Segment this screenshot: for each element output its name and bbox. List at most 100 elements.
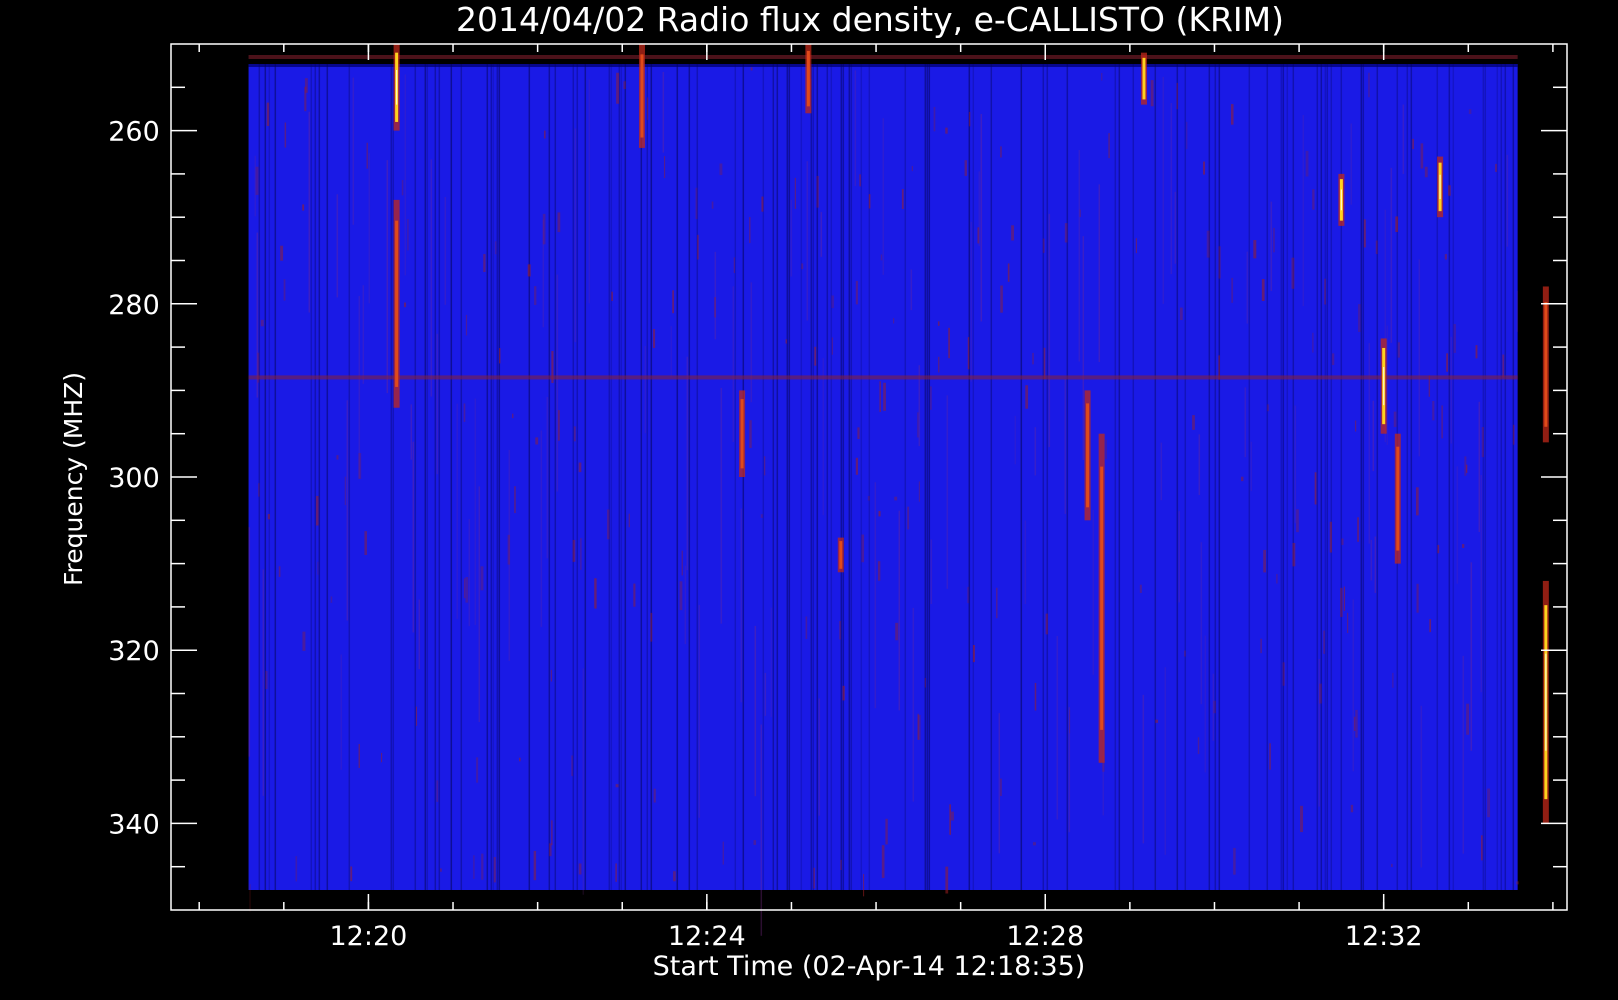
burst-peak bbox=[1340, 189, 1342, 211]
noise-red-speck bbox=[831, 295, 834, 309]
noise-red-speck bbox=[317, 561, 319, 575]
noise-red-speck bbox=[1495, 163, 1497, 172]
noise-red-stripe bbox=[946, 395, 949, 589]
noise-red-speck bbox=[578, 863, 582, 875]
noise-red-speck bbox=[996, 587, 998, 619]
noise-red-stripe bbox=[474, 398, 477, 625]
noise-red-speck bbox=[863, 874, 865, 897]
noise-red-speck bbox=[1329, 521, 1332, 553]
noise-red-speck bbox=[1043, 347, 1046, 380]
noise-red-speck bbox=[280, 245, 284, 261]
noise-red-speck bbox=[473, 855, 475, 879]
noise-red-speck bbox=[316, 495, 319, 526]
noise-dark-stripe bbox=[424, 64, 427, 890]
noise-red-speck bbox=[558, 410, 560, 441]
noise-red-speck bbox=[880, 254, 883, 261]
noise-red-speck bbox=[512, 413, 514, 419]
noise-red-speck bbox=[407, 219, 409, 251]
noise-red-speck bbox=[967, 337, 970, 370]
noise-dark-stripe bbox=[392, 64, 395, 890]
noise-red-speck bbox=[493, 856, 496, 883]
burst-peak bbox=[1383, 367, 1385, 406]
noise-red-stripe bbox=[308, 111, 311, 313]
noise-red-speck bbox=[615, 863, 617, 882]
noise-red-speck bbox=[714, 297, 716, 318]
noise-red-speck bbox=[1319, 683, 1322, 704]
noise-red-speck bbox=[879, 381, 882, 412]
noise-red-speck bbox=[1424, 166, 1428, 178]
noise-dark-stripe bbox=[498, 64, 501, 890]
noise-dark-stripe bbox=[1248, 64, 1251, 890]
y-tick-label: 320 bbox=[108, 636, 160, 667]
noise-red-stripe bbox=[1370, 539, 1373, 581]
noise-dark-stripe bbox=[1280, 64, 1283, 890]
noise-dark-stripe bbox=[676, 64, 679, 890]
noise-red-stripe bbox=[912, 607, 915, 802]
noise-dark-stripe bbox=[576, 64, 579, 890]
noise-red-speck bbox=[543, 130, 546, 139]
noise-red-speck bbox=[616, 72, 619, 104]
noise-red-stripe bbox=[352, 77, 355, 225]
y-tick-label: 280 bbox=[108, 290, 160, 321]
noise-dark-stripe bbox=[486, 64, 489, 890]
noise-red-speck bbox=[1354, 716, 1356, 731]
noise-red-speck bbox=[440, 868, 442, 872]
noise-dark-stripe bbox=[554, 64, 557, 890]
noise-red-stripe bbox=[1478, 401, 1481, 533]
noise-red-speck bbox=[1412, 138, 1414, 150]
noise-red-stripe bbox=[1174, 191, 1177, 264]
noise-dark-stripe bbox=[1410, 64, 1413, 890]
noise-dark-stripe bbox=[1316, 64, 1319, 890]
noise-red-stripe bbox=[248, 527, 251, 757]
noise-red-speck bbox=[633, 583, 636, 607]
noise-red-speck bbox=[481, 853, 484, 880]
noise-red-speck bbox=[813, 867, 815, 889]
noise-dark-stripe bbox=[1482, 64, 1485, 890]
noise-red-speck bbox=[1448, 185, 1451, 196]
noise-red-speck bbox=[881, 845, 885, 878]
noise-red-speck bbox=[1263, 549, 1267, 573]
noise-red-speck bbox=[814, 346, 817, 366]
noise-red-speck bbox=[549, 843, 552, 857]
noise-dark-stripe bbox=[1512, 64, 1515, 890]
noise-red-speck bbox=[1042, 238, 1045, 253]
noise-dark-stripe bbox=[264, 64, 267, 890]
noise-red-speck bbox=[1432, 401, 1435, 421]
noise-red-stripe bbox=[820, 212, 823, 257]
noise-red-stripe bbox=[1450, 336, 1453, 444]
burst-peak bbox=[1545, 653, 1547, 751]
noise-red-speck bbox=[1231, 277, 1234, 303]
noise-dark-stripe bbox=[610, 64, 613, 890]
noise-red-speck bbox=[1416, 487, 1419, 516]
noise-red-speck bbox=[1416, 583, 1419, 613]
noise-red-speck bbox=[266, 102, 270, 126]
noise-dark-stripe bbox=[1218, 64, 1221, 890]
interference-band bbox=[248, 375, 1518, 380]
noise-red-stripe bbox=[1462, 655, 1465, 854]
noise-red-speck bbox=[578, 462, 582, 473]
noise-dark-stripe bbox=[608, 64, 611, 890]
noise-red-stripe bbox=[412, 441, 415, 633]
noise-dark-stripe bbox=[968, 64, 971, 890]
noise-red-stripe bbox=[582, 668, 585, 895]
noise-dark-stripe bbox=[1114, 64, 1117, 890]
noise-red-stripe bbox=[1456, 466, 1459, 584]
noise-red-speck bbox=[653, 788, 656, 803]
noise-dark-stripe bbox=[584, 64, 587, 890]
noise-dark-stripe bbox=[572, 64, 575, 890]
noise-red-speck bbox=[977, 227, 980, 244]
y-axis-label: Frequency (MHZ) bbox=[59, 372, 88, 586]
noise-red-stripe bbox=[760, 724, 763, 936]
noise-red-speck bbox=[933, 106, 936, 132]
noise-red-speck bbox=[1108, 133, 1110, 159]
noise-red-speck bbox=[1453, 324, 1456, 353]
noise-red-speck bbox=[924, 677, 926, 688]
noise-red-speck bbox=[1481, 835, 1483, 861]
noise-red-stripe bbox=[1200, 542, 1203, 705]
noise-red-speck bbox=[801, 263, 804, 270]
noise-red-speck bbox=[749, 420, 752, 449]
noise-red-stripe bbox=[456, 403, 459, 619]
noise-red-stripe bbox=[1350, 123, 1353, 205]
noise-red-speck bbox=[1437, 544, 1440, 554]
noise-red-speck bbox=[1516, 881, 1519, 885]
